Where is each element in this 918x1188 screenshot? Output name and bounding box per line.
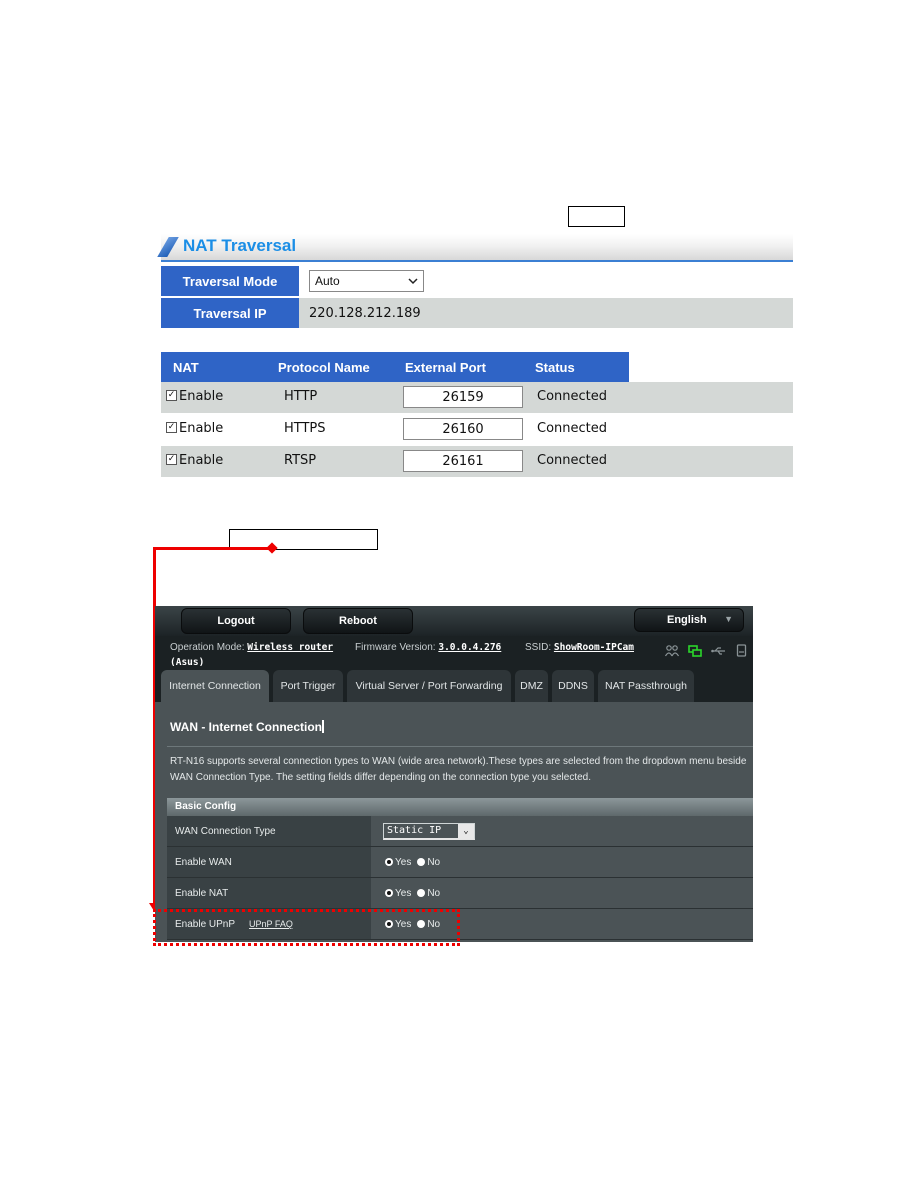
operation-mode-label: Operation Mode:	[170, 642, 245, 653]
text-cursor	[322, 720, 324, 733]
logout-button[interactable]: Logout	[181, 608, 291, 634]
enable-label: Enable	[179, 421, 224, 436]
operation-mode-link[interactable]: Wireless router	[247, 642, 333, 653]
header-nat: NAT	[173, 360, 199, 375]
table-row: ✓ Enable HTTP 26159 Connected	[161, 382, 793, 413]
traversal-ip-label: Traversal IP	[161, 298, 299, 328]
enable-nat-label: Enable NAT	[167, 878, 371, 908]
router-top-bar: Logout Reboot English ▼	[155, 606, 753, 636]
ssid-link[interactable]: ShowRoom-IPCam	[554, 642, 634, 653]
enable-checkbox[interactable]: ✓	[166, 454, 177, 465]
printer-icon[interactable]	[736, 644, 747, 657]
upnp-highlight-box	[153, 909, 460, 946]
usb-icon[interactable]	[711, 646, 726, 656]
chevron-down-icon: ⌄	[458, 823, 474, 839]
traversal-mode-row: Traversal Mode Auto	[161, 266, 793, 296]
chevron-down-icon	[408, 277, 418, 284]
wan-heading-text: WAN - Internet Connection	[170, 720, 322, 734]
header-external-port: External Port	[405, 360, 486, 375]
traversal-mode-label: Traversal Mode	[161, 266, 299, 296]
language-value: English	[667, 614, 707, 626]
enable-label: Enable	[179, 453, 224, 468]
enable-nat-yes-radio[interactable]	[385, 889, 393, 897]
enable-label: Enable	[179, 389, 224, 404]
traversal-mode-value: Auto	[315, 274, 340, 288]
tab-nat-passthrough[interactable]: NAT Passthrough	[598, 670, 694, 702]
protocol-name: RTSP	[284, 453, 317, 468]
enable-wan-label: Enable WAN	[167, 847, 371, 877]
traversal-ip-value: 220.128.212.189	[309, 305, 421, 321]
yes-label: Yes	[395, 887, 412, 899]
no-label: No	[427, 887, 441, 899]
connector-horizontal	[153, 547, 273, 550]
nat-table-header: NAT Protocol Name External Port Status	[161, 352, 629, 382]
router-content: WAN - Internet Connection RT-N16 support…	[155, 702, 753, 942]
tab-ddns[interactable]: DDNS	[552, 670, 594, 702]
wan-connection-type-select[interactable]: Static IP ⌄	[383, 822, 475, 840]
yes-label: Yes	[395, 856, 412, 868]
status-text: Connected	[537, 389, 608, 404]
firmware-label: Firmware Version:	[355, 642, 436, 653]
wan-connection-type-label: WAN Connection Type	[167, 816, 371, 846]
nat-traversal-title: NAT Traversal	[183, 236, 297, 255]
wan-connection-type-value: Static IP	[387, 825, 442, 836]
no-label: No	[427, 856, 441, 868]
external-port-input[interactable]: 26160	[403, 418, 523, 440]
header-protocol-name: Protocol Name	[278, 360, 370, 375]
firmware-link[interactable]: 3.0.0.4.276	[438, 642, 501, 653]
network-icon[interactable]	[688, 645, 702, 658]
language-select[interactable]: English ▼	[634, 608, 744, 632]
divider	[167, 746, 753, 747]
ssid-label: SSID:	[525, 642, 552, 653]
callout-box-top	[568, 206, 625, 227]
enable-wan-yes-radio[interactable]	[385, 858, 393, 866]
enable-nat-no-radio[interactable]	[417, 889, 426, 897]
protocol-name: HTTP	[284, 389, 318, 404]
chevron-down-icon: ▼	[724, 614, 733, 624]
wan-description: RT-N16 supports several connection types…	[170, 756, 747, 783]
nat-traversal-title-bar: NAT Traversal	[157, 234, 793, 262]
basic-config-section: Basic Config	[167, 798, 753, 816]
enable-wan-row: Enable WAN Yes No	[167, 847, 753, 878]
tab-dmz[interactable]: DMZ	[515, 670, 548, 702]
external-port-input[interactable]: 26159	[403, 386, 523, 408]
header-status: Status	[535, 360, 575, 375]
table-row: ✓ Enable HTTPS 26160 Connected	[161, 414, 793, 445]
enable-wan-no-radio[interactable]	[417, 858, 426, 866]
external-port-input[interactable]: 26161	[403, 450, 523, 472]
protocol-name: HTTPS	[284, 421, 326, 436]
enable-nat-row: Enable NAT Yes No	[167, 878, 753, 909]
enable-checkbox[interactable]: ✓	[166, 390, 177, 401]
reboot-button[interactable]: Reboot	[303, 608, 413, 634]
traversal-mode-select[interactable]: Auto	[309, 270, 424, 292]
router-admin-panel: Logout Reboot English ▼ Operation Mode: …	[155, 606, 753, 942]
title-stripe-icon	[157, 237, 179, 257]
enable-checkbox[interactable]: ✓	[166, 422, 177, 433]
tab-internet-connection[interactable]: Internet Connection	[161, 670, 269, 702]
tab-port-trigger[interactable]: Port Trigger	[273, 670, 343, 702]
status-text: Connected	[537, 453, 608, 468]
status-text: Connected	[537, 421, 608, 436]
traversal-ip-row: Traversal IP 220.128.212.189	[161, 298, 793, 328]
wan-heading: WAN - Internet Connection	[170, 720, 324, 734]
router-tab-bar: Internet Connection Port Trigger Virtual…	[155, 666, 753, 702]
clients-icon[interactable]	[665, 645, 679, 657]
tab-virtual-server[interactable]: Virtual Server / Port Forwarding	[347, 670, 511, 702]
table-row: ✓ Enable RTSP 26161 Connected	[161, 446, 793, 477]
wan-connection-type-row: WAN Connection Type Static IP ⌄	[167, 816, 753, 847]
